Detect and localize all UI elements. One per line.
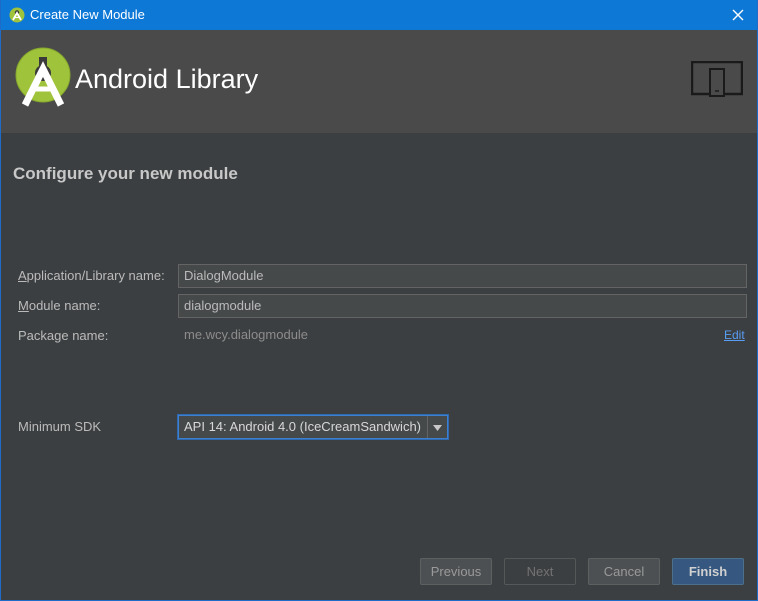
module-name-label-accel: M	[18, 298, 29, 313]
min-sdk-selected: API 14: Android 4.0 (IceCreamSandwich)	[184, 419, 422, 434]
android-studio-logo-icon	[15, 47, 71, 107]
module-name-label: Module name:	[18, 298, 100, 314]
chevron-down-icon[interactable]	[427, 416, 447, 438]
title-bar: Create New Module	[1, 0, 757, 30]
cancel-button[interactable]: Cancel	[588, 558, 660, 585]
next-button[interactable]: Next	[504, 558, 576, 585]
android-studio-app-icon	[9, 7, 25, 23]
section-title: Configure your new module	[13, 164, 238, 183]
min-sdk-label: Minimum SDK	[18, 419, 102, 434]
window-title: Create New Module	[30, 7, 145, 22]
app-name-input[interactable]: DialogModule	[178, 264, 747, 288]
module-name-label-text: odule name:	[28, 298, 101, 313]
close-icon[interactable]	[723, 0, 753, 30]
min-sdk-dropdown[interactable]: API 14: Android 4.0 (IceCreamSandwich)	[178, 415, 448, 439]
phone-tablet-icon	[691, 61, 743, 97]
app-name-label-accel: A	[18, 268, 27, 283]
previous-button[interactable]: Previous	[420, 558, 492, 585]
wizard-header: Android Library	[1, 30, 757, 133]
page-heading: Android Library	[75, 64, 259, 94]
finish-button[interactable]: Finish	[672, 558, 744, 585]
create-module-dialog: Create New Module Android Library Config…	[0, 0, 758, 601]
module-name-input[interactable]: dialogmodule	[178, 294, 747, 318]
package-name-value: me.wcy.dialogmodule	[184, 327, 309, 342]
package-name-label: Package name:	[18, 328, 109, 343]
app-name-label-text: pplication/Library name:	[26, 268, 165, 283]
app-name-label: Application/Library name:	[18, 268, 165, 284]
edit-package-link[interactable]: Edit	[724, 328, 745, 342]
